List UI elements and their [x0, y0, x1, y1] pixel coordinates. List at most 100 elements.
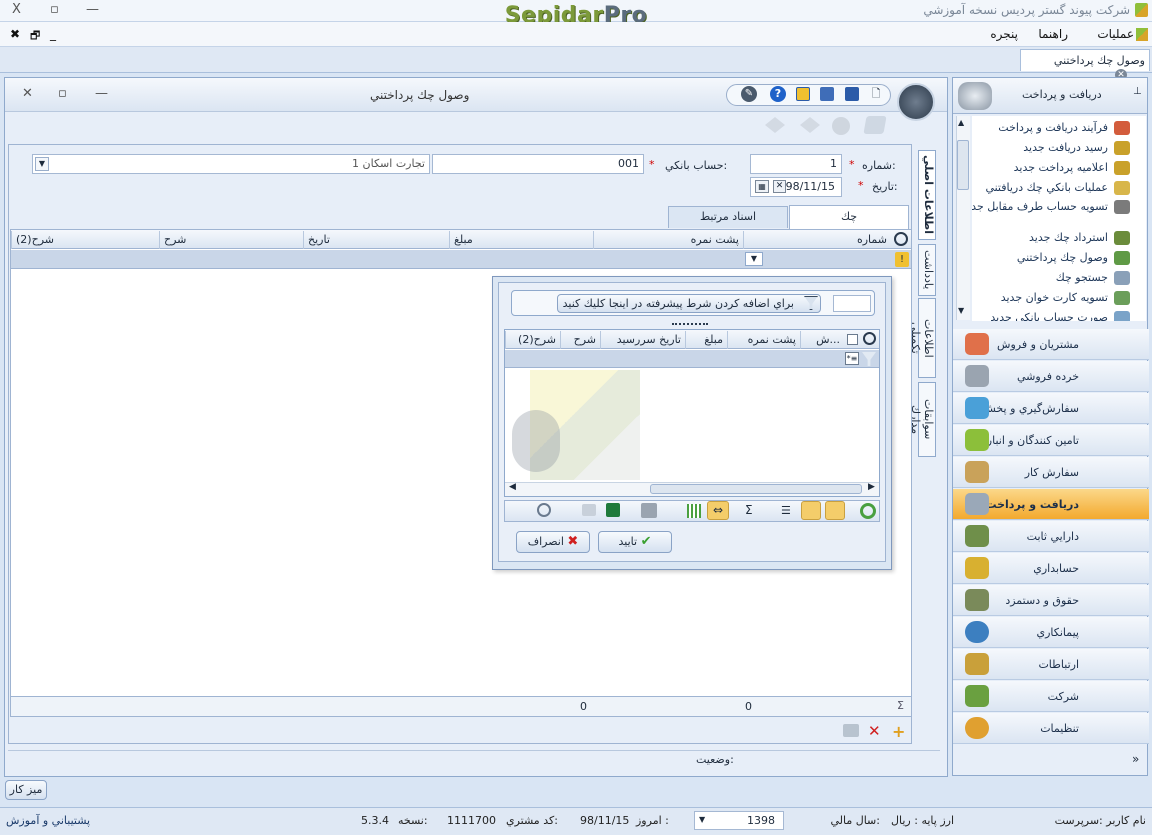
delete-icon[interactable]	[832, 117, 850, 135]
save-icon[interactable]	[845, 87, 859, 101]
popup-col-amount[interactable]: مبلغ	[685, 331, 727, 349]
col-description-2[interactable]: شرح(2)	[11, 231, 159, 249]
print-icon[interactable]	[641, 503, 657, 518]
sidebar-scroll-thumb[interactable]	[957, 140, 969, 190]
mdi-restore-button[interactable]: 🗗	[30, 27, 40, 46]
sidebar-item-process[interactable]: فرآيند دريافت و پرداخت	[972, 121, 1130, 135]
vtab-notes[interactable]: يادداشت	[918, 244, 936, 296]
sidebar-item-check-collection[interactable]: وصول چك پرداختني	[972, 251, 1130, 265]
save-as-icon[interactable]	[820, 87, 834, 101]
filter-green-icon[interactable]	[801, 501, 821, 520]
nav-suppliers-inventory[interactable]: تامين كنندگان و انبار	[953, 425, 1149, 456]
app-minimize-button[interactable]: —	[86, 2, 99, 17]
menu-window[interactable]: پنجره	[990, 27, 1018, 41]
sidebar-item-card-settlement[interactable]: تسويه كارت خوان جديد	[972, 291, 1130, 305]
grid-new-row[interactable]	[11, 250, 911, 269]
autofit-icon[interactable]: ⇔	[707, 501, 729, 520]
group-icon[interactable]: ☰	[781, 504, 791, 517]
app-close-button[interactable]: X	[12, 2, 21, 17]
sidebar-scroll-up-arrow[interactable]: ▲	[958, 118, 964, 127]
sidebar-item-settlement[interactable]: تسويه حساب طرف مقابل جديد	[972, 200, 1130, 214]
help-icon[interactable]: ?	[770, 86, 786, 102]
desk-button[interactable]: ميز كار	[5, 780, 47, 800]
popup-search-icon[interactable]	[863, 332, 876, 345]
refresh-icon[interactable]	[860, 503, 876, 519]
col-date[interactable]: تاريخ	[303, 231, 449, 249]
form-close-button[interactable]: ✕	[22, 86, 33, 101]
nav-fixed-assets[interactable]: دارايي ثابت	[953, 521, 1149, 552]
popup-col-number[interactable]: ش...	[800, 331, 844, 349]
form-minimize-button[interactable]: —	[95, 86, 108, 101]
popup-filter-row[interactable]	[505, 350, 879, 368]
filter-toggle-icon[interactable]	[825, 501, 845, 520]
mdi-minimize-button[interactable]: _	[50, 27, 56, 41]
form-restore-button[interactable]: ▫	[58, 86, 67, 101]
export-icon[interactable]	[582, 504, 596, 516]
sidebar-item-bank-ops[interactable]: عمليات بانكي چك دريافتني	[972, 181, 1130, 195]
cancel-button[interactable]: انصراف ✖	[516, 531, 590, 553]
filter-operator-icon[interactable]: *≡	[845, 352, 859, 365]
menu-help[interactable]: راهنما	[1038, 27, 1068, 41]
filter-field[interactable]	[833, 295, 871, 312]
popup-col-due-date[interactable]: تاريخ سررسيد	[600, 331, 685, 349]
columns-icon[interactable]	[687, 504, 701, 518]
menu-operations[interactable]: عمليات	[1097, 27, 1134, 41]
scrollbar-thumb[interactable]	[650, 484, 862, 494]
nav-retail[interactable]: خرده فروشي	[953, 361, 1149, 392]
nav-payroll[interactable]: حقوق و دستمزد	[953, 585, 1149, 616]
fiscal-chevron-down-icon[interactable]: ▼	[699, 815, 705, 824]
row-dropdown-chevron-down-icon[interactable]: ▼	[745, 252, 763, 266]
select-all-checkbox[interactable]	[847, 334, 858, 345]
splitter-handle[interactable]	[672, 323, 708, 325]
layout-icon[interactable]	[537, 503, 551, 517]
clear-date-icon[interactable]: ✕	[773, 180, 786, 193]
nav-communications[interactable]: ارتباطات	[953, 649, 1149, 680]
save-close-icon[interactable]	[796, 87, 810, 101]
bank-dropdown-chevron-down-icon[interactable]: ▼	[35, 157, 49, 171]
vtab-extra-info[interactable]: اطلاعات تكميلي	[909, 298, 936, 378]
col-amount[interactable]: مبلغ	[449, 231, 593, 249]
scroll-left-arrow[interactable]: ◀	[509, 482, 516, 492]
bank-code-input[interactable]: 001	[432, 154, 644, 174]
vtab-main-info[interactable]: اطلاعات اصلي	[918, 150, 936, 240]
col-description[interactable]: شرح	[159, 231, 303, 249]
nav-more-icon[interactable]: »	[1132, 752, 1139, 766]
document-tab[interactable]: وصول چك پرداختني ✕	[1020, 49, 1150, 81]
col-back-number[interactable]: پشت نمره	[593, 231, 743, 249]
settings-icon[interactable]: ✎	[741, 86, 757, 102]
support-link[interactable]: پشتيباني و آموزش	[6, 814, 90, 827]
sidebar-item-check-return[interactable]: استرداد چك جديد	[972, 231, 1130, 245]
grid-search-icon[interactable]	[894, 232, 908, 246]
add-row-icon[interactable]: +	[892, 722, 905, 741]
nav-accounting[interactable]: حسابداري	[953, 553, 1149, 584]
fiscal-year-select[interactable]: 1398	[694, 811, 784, 830]
app-restore-button[interactable]: ▫	[50, 2, 59, 17]
excel-icon[interactable]	[606, 503, 620, 517]
sidebar-item-new-payment[interactable]: اعلاميه پرداخت جديد	[972, 161, 1130, 175]
sidebar-item-check-search[interactable]: جستجو چك	[972, 271, 1130, 285]
scroll-right-arrow[interactable]: ▶	[868, 482, 875, 492]
calendar-icon[interactable]: ▦	[755, 180, 769, 193]
col-number[interactable]: شماره	[743, 231, 891, 249]
nav-work-orders[interactable]: سفارش كار	[953, 457, 1149, 488]
sidebar-scroll-down-arrow[interactable]: ▼	[958, 306, 964, 315]
sidebar-item-bank-statement[interactable]: صورت حساب بانكي جديد	[972, 311, 1130, 321]
nav-receipts-payments[interactable]: دريافت و پرداخت	[953, 489, 1149, 520]
nav-settings[interactable]: تنظيمات	[953, 713, 1149, 744]
bank-name-select[interactable]: تجارت اسكان 1	[32, 154, 430, 174]
pin-icon[interactable]: ⊥	[1133, 86, 1142, 97]
number-input[interactable]: 1	[750, 154, 842, 174]
ok-button[interactable]: تاييد ✔	[598, 531, 672, 553]
sidebar-item-new-receipt[interactable]: رسيد دريافت جديد	[972, 141, 1130, 155]
move-row-icon[interactable]	[843, 724, 859, 737]
advanced-filter-button[interactable]: براي اضافه كردن شرط پيشرفته در اينجا كلي…	[557, 294, 821, 313]
mdi-close-button[interactable]: ✖	[10, 27, 20, 41]
delete-row-icon[interactable]: ✕	[868, 722, 881, 740]
nav-company[interactable]: شركت	[953, 681, 1149, 712]
nav-customers-sales[interactable]: مشتريان و فروش	[953, 329, 1149, 360]
new-document-icon[interactable]: 🗋	[866, 86, 886, 104]
tab-related-documents[interactable]: اسناد مرتبط	[668, 206, 788, 228]
popup-col-description[interactable]: شرح	[560, 331, 600, 349]
nav-contracting[interactable]: پيمانكاري	[953, 617, 1149, 648]
sum-toggle-icon[interactable]: Σ	[745, 503, 753, 517]
